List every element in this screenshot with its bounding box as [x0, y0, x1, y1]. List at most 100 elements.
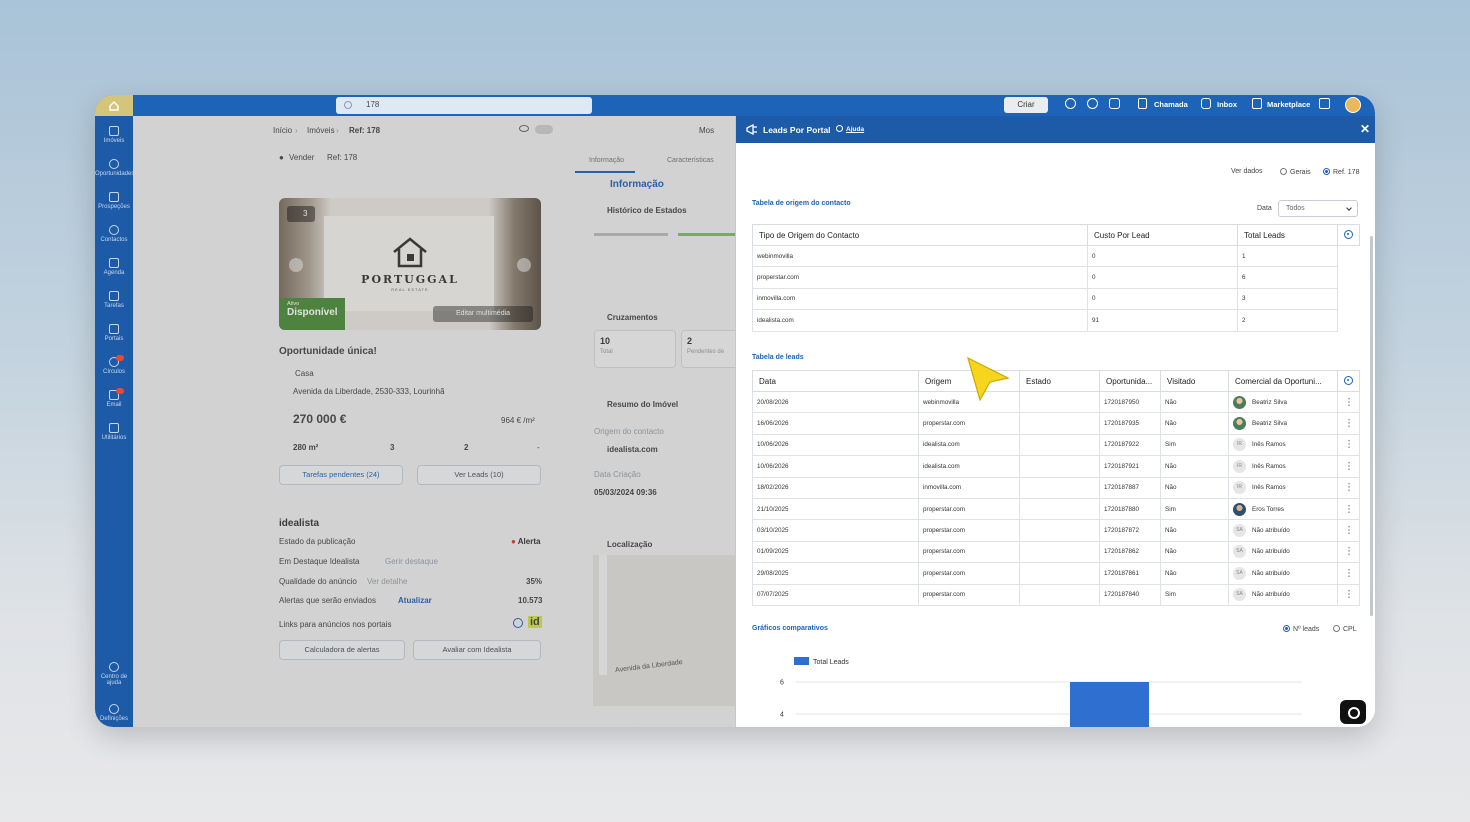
- app-logo[interactable]: [95, 95, 133, 116]
- user-avatar[interactable]: [1345, 97, 1361, 113]
- highlight-link[interactable]: Gerir destaque: [385, 557, 438, 566]
- breadcrumb-item[interactable]: Imóveis: [307, 126, 335, 135]
- column-header[interactable]: Oportunida...: [1099, 370, 1161, 392]
- sidebar-item-email[interactable]: Email: [95, 388, 133, 408]
- chat-icon[interactable]: [1201, 98, 1211, 109]
- column-header[interactable]: Data: [752, 370, 919, 392]
- inbox-button[interactable]: Inbox: [1217, 100, 1237, 109]
- table-row[interactable]: 16/06/2026 properstar.com 1720187935 Não Bea…: [752, 412, 1360, 435]
- property-photo[interactable]: PORTUGGAL REAL ESTATE 3 Ativo Disponível…: [279, 198, 541, 330]
- table-row[interactable]: webinmovilla 0 1: [752, 244, 1360, 268]
- row-menu[interactable]: [1337, 519, 1360, 542]
- idealista-icon[interactable]: id: [528, 616, 542, 628]
- row-menu[interactable]: [1337, 497, 1360, 521]
- radio-cpl[interactable]: [1333, 625, 1340, 632]
- sidebar-item-oportunidades[interactable]: Oportunidades: [95, 159, 134, 177]
- evaluate-idealista-button[interactable]: Avaliar com Idealista: [413, 640, 541, 660]
- column-settings[interactable]: [1337, 370, 1360, 392]
- pending-tasks-button[interactable]: Tarefas pendentes (24): [279, 465, 403, 485]
- tab-features[interactable]: Características: [667, 157, 714, 164]
- column-header[interactable]: Visitado: [1160, 370, 1229, 392]
- sidebar-item-portais[interactable]: Portais: [95, 324, 133, 342]
- table-row[interactable]: 10/06/2026 idealista.com 1720187922 Sim IR In…: [752, 433, 1360, 457]
- eye-off-icon[interactable]: [1065, 98, 1076, 109]
- row-menu[interactable]: [1337, 390, 1360, 414]
- location-map[interactable]: Avenida da Liberdade: [593, 555, 735, 706]
- column-header[interactable]: Tipo de Origem do Contacto: [752, 224, 1088, 246]
- table-row[interactable]: 21/10/2025 properstar.com 1720187880 Sim Ero…: [752, 497, 1360, 521]
- support-button[interactable]: [1340, 700, 1366, 724]
- view-option-ref[interactable]: Ref. 178: [1323, 168, 1359, 176]
- tab-info[interactable]: Informação: [589, 157, 624, 164]
- table-cell: Sim: [1160, 433, 1229, 457]
- sidebar-item-prospecoes[interactable]: Prospeções: [95, 192, 133, 210]
- table-row[interactable]: 03/10/2025 properstar.com 1720187872 Não SA N…: [752, 519, 1360, 542]
- cart-icon[interactable]: [1252, 98, 1262, 109]
- column-header[interactable]: Estado: [1019, 370, 1100, 392]
- breadcrumb-item[interactable]: Início: [273, 126, 292, 135]
- table-row[interactable]: properstar.com 0 6: [752, 266, 1360, 289]
- column-settings[interactable]: [1337, 224, 1360, 246]
- chart-option-cpl[interactable]: CPL: [1333, 625, 1357, 633]
- phone-icon[interactable]: [1138, 98, 1147, 109]
- table-cell: properstar.com: [918, 412, 1020, 435]
- row-menu[interactable]: [1337, 476, 1360, 499]
- column-header[interactable]: Comercial da Oportuni...: [1228, 370, 1338, 392]
- table-row[interactable]: 07/07/2025 properstar.com 1720187840 Sim SA N…: [752, 583, 1360, 606]
- visibility-toggle[interactable]: [535, 125, 553, 134]
- column-header[interactable]: Custo Por Lead: [1087, 224, 1238, 246]
- chart-option-leads[interactable]: Nº leads: [1283, 625, 1319, 633]
- call-button[interactable]: Chamada: [1154, 100, 1188, 109]
- table-row[interactable]: idealista.com 91 2: [752, 309, 1360, 332]
- table-row[interactable]: 01/09/2025 properstar.com 1720187862 Não SA N…: [752, 540, 1360, 564]
- create-button[interactable]: Criar: [1004, 97, 1048, 113]
- euro-icon[interactable]: [1087, 98, 1098, 109]
- sidebar-item-tarefas[interactable]: Tarefas: [95, 291, 133, 309]
- search-input[interactable]: 178: [336, 97, 592, 114]
- table-row[interactable]: inmovilla.com 0 3: [752, 287, 1360, 311]
- cross-total-tile[interactable]: 10 Total: [594, 330, 676, 368]
- sidebar-item-utilitarios[interactable]: Utilitários: [95, 423, 133, 441]
- row-menu[interactable]: [1337, 562, 1360, 585]
- radio-ref[interactable]: [1323, 168, 1330, 175]
- table-row[interactable]: 20/08/2026 webinmovilla 1720187950 Não Beatr…: [752, 390, 1360, 414]
- alerts-update-link[interactable]: Atualizar: [398, 596, 432, 605]
- alerts-calculator-button[interactable]: Calculadora de alertas: [279, 640, 405, 660]
- sidebar-item-imoveis[interactable]: Imóveis: [95, 126, 133, 144]
- show-label[interactable]: Mos: [699, 126, 714, 135]
- cross-pending-tile[interactable]: 2 Pendentes de: [681, 330, 741, 368]
- leads-panel: Leads Por Portal Ajuda ✕ Ver dados Gerai…: [735, 116, 1375, 727]
- marketplace-button[interactable]: Marketplace: [1267, 100, 1310, 109]
- refresh-icon[interactable]: [1319, 98, 1330, 109]
- view-leads-button[interactable]: Ver Leads (10): [417, 465, 541, 485]
- sidebar-item-agenda[interactable]: Agenda: [95, 258, 133, 276]
- bitcoin-icon[interactable]: [1109, 98, 1120, 109]
- close-button[interactable]: ✕: [1360, 122, 1370, 136]
- sidebar-item-help[interactable]: Centro de ajuda: [95, 662, 133, 686]
- panel-scrollbar[interactable]: [1370, 236, 1373, 616]
- sidebar-item-contactos[interactable]: Contactos: [95, 225, 133, 243]
- row-menu[interactable]: [1337, 455, 1360, 478]
- quality-link[interactable]: Ver detalhe: [367, 577, 407, 586]
- sidebar-item-circulos[interactable]: Círculos: [95, 355, 133, 375]
- eye-icon[interactable]: [519, 125, 529, 132]
- prev-photo-button[interactable]: [289, 258, 303, 272]
- help-link[interactable]: Ajuda: [846, 126, 864, 133]
- radio-general[interactable]: [1280, 168, 1287, 175]
- globe-icon[interactable]: [513, 618, 523, 628]
- table-row[interactable]: 10/06/2026 idealista.com 1720187921 Não IR In…: [752, 455, 1360, 478]
- view-option-general[interactable]: Gerais: [1280, 168, 1311, 176]
- table-cell: [1019, 583, 1100, 606]
- column-header[interactable]: Total Leads: [1237, 224, 1338, 246]
- row-menu[interactable]: [1337, 433, 1360, 457]
- row-menu[interactable]: [1337, 583, 1360, 606]
- radio-leads[interactable]: [1283, 625, 1290, 632]
- table-row[interactable]: 29/08/2025 properstar.com 1720187861 Não SA N…: [752, 562, 1360, 585]
- sidebar-item-settings[interactable]: Definições: [95, 704, 133, 722]
- row-menu[interactable]: [1337, 412, 1360, 435]
- table-row[interactable]: 18/02/2026 inmovilla.com 1720187887 Não IR In…: [752, 476, 1360, 499]
- next-photo-button[interactable]: [517, 258, 531, 272]
- row-menu[interactable]: [1337, 540, 1360, 564]
- date-filter-select[interactable]: Todos: [1278, 200, 1358, 217]
- edit-media-button[interactable]: Editar multimédia: [433, 306, 533, 322]
